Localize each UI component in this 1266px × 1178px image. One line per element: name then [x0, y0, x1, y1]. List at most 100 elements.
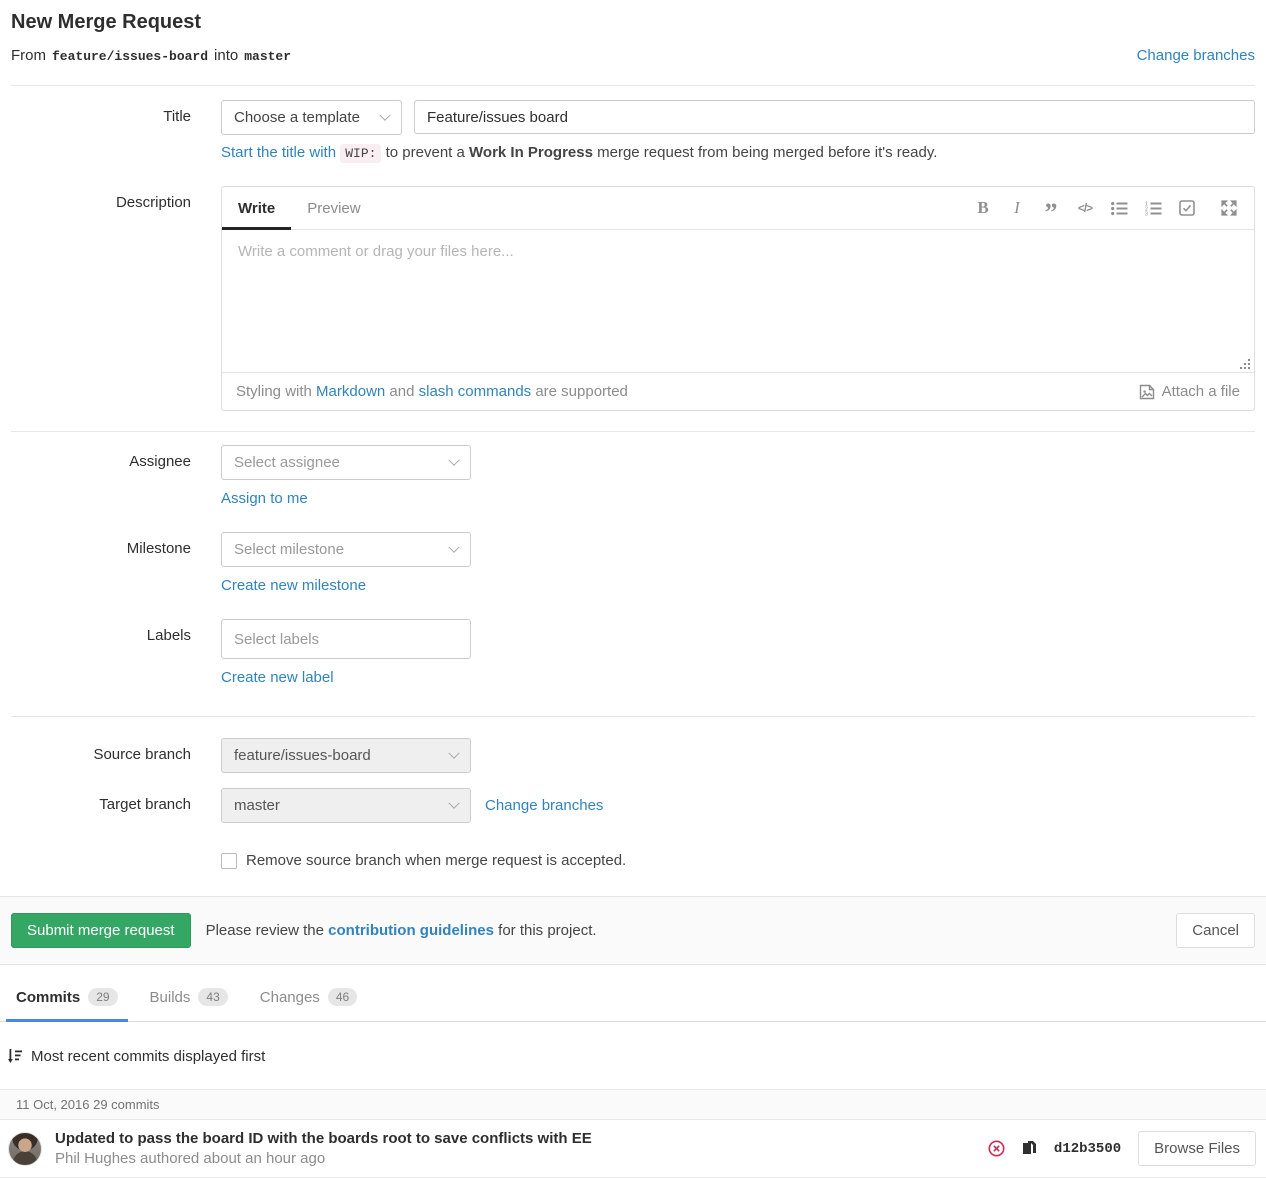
- tab-write[interactable]: Write: [222, 187, 291, 230]
- resize-grip[interactable]: [1239, 358, 1251, 370]
- fullscreen-icon: [1221, 200, 1237, 216]
- chevron-down-icon: [379, 109, 390, 120]
- sort-descending-icon: [8, 1049, 23, 1064]
- source-branch-select-value: feature/issues-board: [234, 747, 371, 764]
- markdown-editor: Write Preview B I ” </>: [221, 186, 1255, 411]
- title-form-row: Title Choose a template Start the title …: [11, 86, 1255, 186]
- template-select[interactable]: Choose a template: [221, 100, 402, 135]
- labels-select[interactable]: Select labels: [221, 619, 471, 659]
- labels-form-row: Labels Select labels Create new label: [11, 619, 1255, 686]
- attach-file-label: Attach a file: [1162, 383, 1240, 400]
- divider: [11, 431, 1255, 432]
- target-branch-label: Target branch: [11, 788, 191, 813]
- assign-to-me-link[interactable]: Assign to me: [221, 490, 308, 507]
- styling-note: Styling with Markdown and slash commands…: [236, 383, 628, 400]
- italic-button[interactable]: I: [1004, 195, 1030, 221]
- page-title: New Merge Request: [11, 11, 1255, 34]
- avatar: [8, 1132, 42, 1166]
- editor-toolbar: B I ” </>: [970, 187, 1254, 229]
- bulleted-list-button[interactable]: [1106, 195, 1132, 221]
- svg-text:3: 3: [1145, 211, 1148, 215]
- editor-body: [222, 230, 1254, 372]
- chevron-down-icon: [448, 454, 459, 465]
- editor-footer: Styling with Markdown and slash commands…: [222, 372, 1254, 410]
- milestone-form-row: Milestone Select milestone Create new mi…: [11, 532, 1255, 594]
- create-new-milestone-link[interactable]: Create new milestone: [221, 577, 366, 594]
- milestone-label: Milestone: [11, 532, 191, 557]
- fullscreen-button[interactable]: [1216, 195, 1242, 221]
- new-merge-request-page: New Merge Request From feature/issues-bo…: [0, 11, 1266, 1178]
- change-branches-link-top[interactable]: Change branches: [1137, 47, 1255, 64]
- submit-merge-request-button[interactable]: Submit merge request: [11, 913, 191, 948]
- tab-commits[interactable]: Commits 29: [6, 975, 128, 1022]
- commit-actions: d12b3500 Browse Files: [988, 1131, 1256, 1166]
- builds-count-badge: 43: [198, 988, 227, 1006]
- assignee-select[interactable]: Select assignee: [221, 445, 471, 480]
- compare-branches-line: From feature/issues-board into master Ch…: [11, 47, 1255, 64]
- tab-preview[interactable]: Preview: [291, 187, 376, 230]
- copy-sha-button[interactable]: [1022, 1140, 1037, 1157]
- milestone-select[interactable]: Select milestone: [221, 532, 471, 567]
- divider: [11, 716, 1255, 717]
- bulleted-list-icon: [1111, 201, 1128, 216]
- assignee-form-row: Assignee Select assignee Assign to me: [11, 445, 1255, 507]
- wip-code-chip: WIP:: [340, 144, 381, 163]
- source-branch-select[interactable]: feature/issues-board: [221, 738, 471, 773]
- template-select-value: Choose a template: [234, 109, 360, 126]
- merge-request-tabs: Commits 29 Builds 43 Changes 46: [0, 975, 1266, 1022]
- commits-sort-note: Most recent commits displayed first: [0, 1048, 1266, 1065]
- attach-file-button[interactable]: Attach a file: [1139, 383, 1240, 400]
- create-new-label-link[interactable]: Create new label: [221, 669, 334, 686]
- remove-source-branch-row: Remove source branch when merge request …: [221, 852, 1255, 869]
- numbered-list-button[interactable]: 1 2 3: [1140, 195, 1166, 221]
- markdown-link[interactable]: Markdown: [316, 383, 385, 400]
- change-branches-link[interactable]: Change branches: [485, 797, 603, 814]
- tab-builds[interactable]: Builds 43: [140, 975, 238, 1022]
- cancel-button[interactable]: Cancel: [1176, 913, 1255, 948]
- from-label: From: [11, 47, 46, 64]
- source-branch-form-row: Source branch feature/issues-board: [11, 738, 1255, 773]
- changes-count-badge: 46: [328, 988, 357, 1006]
- title-hint: Start the title with WIP: to prevent a W…: [221, 144, 1255, 161]
- hint-rest: merge request from being merged before i…: [593, 144, 937, 161]
- contribution-guidelines-link[interactable]: contribution guidelines: [328, 922, 494, 939]
- commits-day-header: 11 Oct, 2016 29 commits: [0, 1089, 1266, 1120]
- attach-file-icon: [1139, 384, 1155, 400]
- remove-source-branch-checkbox[interactable]: [221, 853, 237, 869]
- numbered-list-icon: 1 2 3: [1145, 201, 1162, 216]
- hint-mid: to prevent a: [381, 144, 469, 161]
- slash-commands-link[interactable]: slash commands: [419, 383, 532, 400]
- source-branch-label: Source branch: [11, 738, 191, 763]
- description-label: Description: [11, 186, 191, 211]
- target-branch-select[interactable]: master: [221, 788, 471, 823]
- task-list-button[interactable]: [1174, 195, 1200, 221]
- bold-button[interactable]: B: [970, 195, 996, 221]
- milestone-select-placeholder: Select milestone: [234, 541, 344, 558]
- labels-label: Labels: [11, 619, 191, 644]
- review-note: Please review the contribution guideline…: [206, 922, 597, 939]
- form-actions: Submit merge request Please review the c…: [0, 896, 1266, 965]
- target-branch-form-row: Target branch master Change branches: [11, 788, 1255, 823]
- tab-changes[interactable]: Changes 46: [250, 975, 367, 1022]
- description-form-row: Description Write Preview B I ” </>: [11, 186, 1255, 411]
- quote-button[interactable]: ”: [1038, 195, 1064, 221]
- chevron-down-icon: [448, 747, 459, 758]
- chevron-down-icon: [448, 797, 459, 808]
- target-branch-name: master: [244, 49, 291, 64]
- title-input[interactable]: [414, 100, 1255, 134]
- hint-bold: Work In Progress: [469, 144, 593, 161]
- target-branch-select-value: master: [234, 797, 280, 814]
- chevron-down-icon: [448, 541, 459, 552]
- browse-files-button[interactable]: Browse Files: [1138, 1131, 1256, 1166]
- assignee-select-placeholder: Select assignee: [234, 454, 340, 471]
- title-label: Title: [11, 86, 191, 125]
- task-list-icon: [1179, 200, 1195, 216]
- wip-hint-link[interactable]: Start the title with: [221, 144, 336, 161]
- description-textarea[interactable]: [238, 243, 1238, 359]
- commit-sha-link[interactable]: d12b3500: [1054, 1141, 1121, 1157]
- commit-info: Updated to pass the board ID with the bo…: [55, 1130, 988, 1167]
- build-status-failed-icon[interactable]: [988, 1140, 1005, 1157]
- code-button[interactable]: </>: [1072, 195, 1098, 221]
- commit-row: Updated to pass the board ID with the bo…: [0, 1120, 1266, 1178]
- clipboard-icon: [1022, 1140, 1037, 1157]
